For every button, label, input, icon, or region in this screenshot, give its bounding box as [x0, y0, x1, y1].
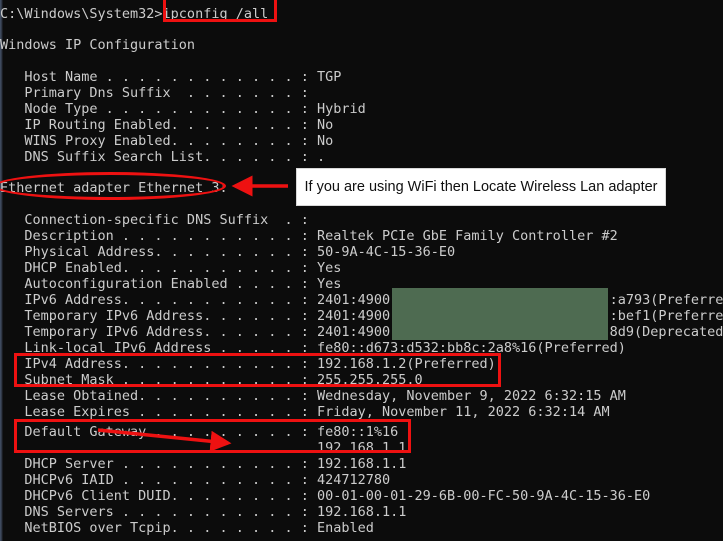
row-value: TGP — [316, 69, 342, 85]
row-label: Lease Expires . . . . . . . . . . : — [0, 404, 317, 420]
row-label: IPv6 Address. . . . . . . . . . . : — [0, 292, 317, 308]
row-value: 192.168.1.1 — [316, 440, 407, 456]
adapter-row-lease-expires: Lease Expires . . . . . . . . . . : Frid… — [0, 404, 610, 420]
adapter-row-default-gateway-ipv4: 192.168.1.1 — [0, 440, 406, 456]
adapter-row-ipv6-address: IPv6 Address. . . . . . . . . . . : 2401… — [0, 292, 723, 308]
row-value: Realtek PCIe GbE Family Controller #2 — [316, 228, 618, 244]
global-row-ip-routing: IP Routing Enabled. . . . . . . . : No — [0, 117, 333, 133]
global-row-node-type: Node Type . . . . . . . . . . . . : Hybr… — [0, 101, 366, 117]
adapter-row-subnet-mask: Subnet Mask . . . . . . . . . . . : 255.… — [0, 372, 423, 388]
row-label: DHCP Server . . . . . . . . . . . : — [0, 456, 317, 472]
row-label: Description . . . . . . . . . . . : — [0, 228, 317, 244]
adapter-row-description: Description . . . . . . . . . . . : Real… — [0, 228, 618, 244]
row-label: DHCPv6 IAID . . . . . . . . . . . : — [0, 472, 317, 488]
adapter-row-temporary-ipv6-1: Temporary IPv6 Address. . . . . . : 2401… — [0, 308, 723, 324]
row-value: Wednesday, November 9, 2022 6:32:15 AM — [316, 388, 626, 404]
row-label: DHCP Enabled. . . . . . . . . . . : — [0, 260, 317, 276]
row-label: NetBIOS over Tcpip. . . . . . . . : — [0, 520, 317, 536]
row-value: 2401:4900: :a793(Preferred) — [316, 292, 723, 308]
row-label: Default Gateway . . . . . . . . . : — [0, 424, 317, 440]
console-output[interactable]: C:\Windows\System32>ipconfig /all Window… — [0, 0, 723, 541]
row-label: WINS Proxy Enabled. . . . . . . . : — [0, 133, 317, 149]
global-row-dns-search-list: DNS Suffix Search List. . . . . . : . — [0, 149, 325, 165]
row-value: 50-9A-4C-15-36-E0 — [316, 244, 456, 260]
row-value: Enabled — [316, 520, 374, 536]
row-label: Temporary IPv6 Address. . . . . . : — [0, 324, 317, 340]
adapter-row-dhcp-enabled: DHCP Enabled. . . . . . . . . . . : Yes — [0, 260, 341, 276]
prompt-line: C:\Windows\System32>ipconfig /all — [0, 6, 269, 22]
row-value: 00-01-00-01-29-6B-00-FC-50-9A-4C-15-36-E… — [316, 488, 651, 504]
adapter-row-connection-dns-suffix: Connection-specific DNS Suffix . : — [0, 212, 317, 228]
row-label: Subnet Mask . . . . . . . . . . . : — [0, 372, 317, 388]
row-label: Node Type . . . . . . . . . . . . : — [0, 101, 317, 117]
adapter-row-ipv4-address: IPv4 Address. . . . . . . . . . . : 192.… — [0, 356, 496, 372]
adapter-row-default-gateway: Default Gateway . . . . . . . . . : fe80… — [0, 424, 398, 440]
row-value: 2401:4900: :bef1(Preferred) — [316, 308, 723, 324]
adapter-row-dns-servers: DNS Servers . . . . . . . . . . . : 192.… — [0, 504, 406, 520]
row-value: 192.168.1.1 — [316, 456, 407, 472]
adapter-row-temporary-ipv6-2: Temporary IPv6 Address. . . . . . : 2401… — [0, 324, 723, 340]
adapter-row-link-local-ipv6: Link-local IPv6 Address . . . . . : fe80… — [0, 340, 626, 356]
adapter-row-dhcpv6-client-duid: DHCPv6 Client DUID. . . . . . . . : 00-0… — [0, 488, 650, 504]
row-label: Host Name . . . . . . . . . . . . : — [0, 69, 317, 85]
row-value: Yes — [316, 260, 342, 276]
row-label: DNS Suffix Search List. . . . . . : — [0, 149, 317, 165]
adapter-row-autoconfiguration: Autoconfiguration Enabled . . . . : Yes — [0, 276, 341, 292]
row-label: Autoconfiguration Enabled . . . . : — [0, 276, 317, 292]
adapter-heading: Ethernet adapter Ethernet 3: — [0, 180, 228, 196]
row-label: IPv4 Address. . . . . . . . . . . : — [0, 356, 317, 372]
row-value: 2401:4900: 8d9(Deprecated) — [316, 324, 723, 340]
row-value: Yes — [316, 276, 342, 292]
row-label: Connection-specific DNS Suffix . : — [0, 212, 317, 228]
row-label: IP Routing Enabled. . . . . . . . : — [0, 117, 317, 133]
row-value: No — [316, 133, 334, 149]
row-label: Link-local IPv6 Address . . . . . : — [0, 340, 317, 356]
global-row-primary-dns: Primary Dns Suffix . . . . . . . : — [0, 85, 317, 101]
row-value: 424712780 — [316, 472, 391, 488]
row-value: 255.255.255.0 — [316, 372, 423, 388]
row-label: Temporary IPv6 Address. . . . . . : — [0, 308, 317, 324]
global-row-host-name: Host Name . . . . . . . . . . . . : TGP — [0, 69, 341, 85]
row-label: DNS Servers . . . . . . . . . . . : — [0, 504, 317, 520]
ip-config-heading: Windows IP Configuration — [0, 37, 196, 53]
row-label: Lease Obtained. . . . . . . . . . : — [0, 388, 317, 404]
row-label: Physical Address. . . . . . . . . : — [0, 244, 317, 260]
row-value: fe80::1%16 — [316, 424, 399, 440]
row-label: Primary Dns Suffix . . . . . . . : — [0, 85, 317, 101]
global-row-wins-proxy: WINS Proxy Enabled. . . . . . . . : No — [0, 133, 333, 149]
adapter-row-dhcp-server: DHCP Server . . . . . . . . . . . : 192.… — [0, 456, 406, 472]
adapter-row-netbios-over-tcpip: NetBIOS over Tcpip. . . . . . . . : Enab… — [0, 520, 374, 536]
row-value: . — [316, 149, 326, 165]
row-value: No — [316, 117, 334, 133]
row-value: 192.168.1.1 — [316, 504, 407, 520]
row-label — [0, 440, 317, 456]
row-value: 192.168.1.2(Preferred) — [316, 356, 496, 372]
row-value: Hybrid — [316, 101, 366, 117]
adapter-row-dhcpv6-iaid: DHCPv6 IAID . . . . . . . . . . . : 4247… — [0, 472, 390, 488]
adapter-row-lease-obtained: Lease Obtained. . . . . . . . . . : Wedn… — [0, 388, 626, 404]
adapter-row-physical-address: Physical Address. . . . . . . . . : 50-9… — [0, 244, 455, 260]
row-value: Friday, November 11, 2022 6:32:14 AM — [316, 404, 610, 420]
row-label: DHCPv6 Client DUID. . . . . . . . : — [0, 488, 317, 504]
row-value: fe80::d673:d532:bb8c:2a8%16(Preferred) — [316, 340, 626, 356]
console-window: C:\Windows\System32>ipconfig /all Window… — [0, 0, 723, 541]
